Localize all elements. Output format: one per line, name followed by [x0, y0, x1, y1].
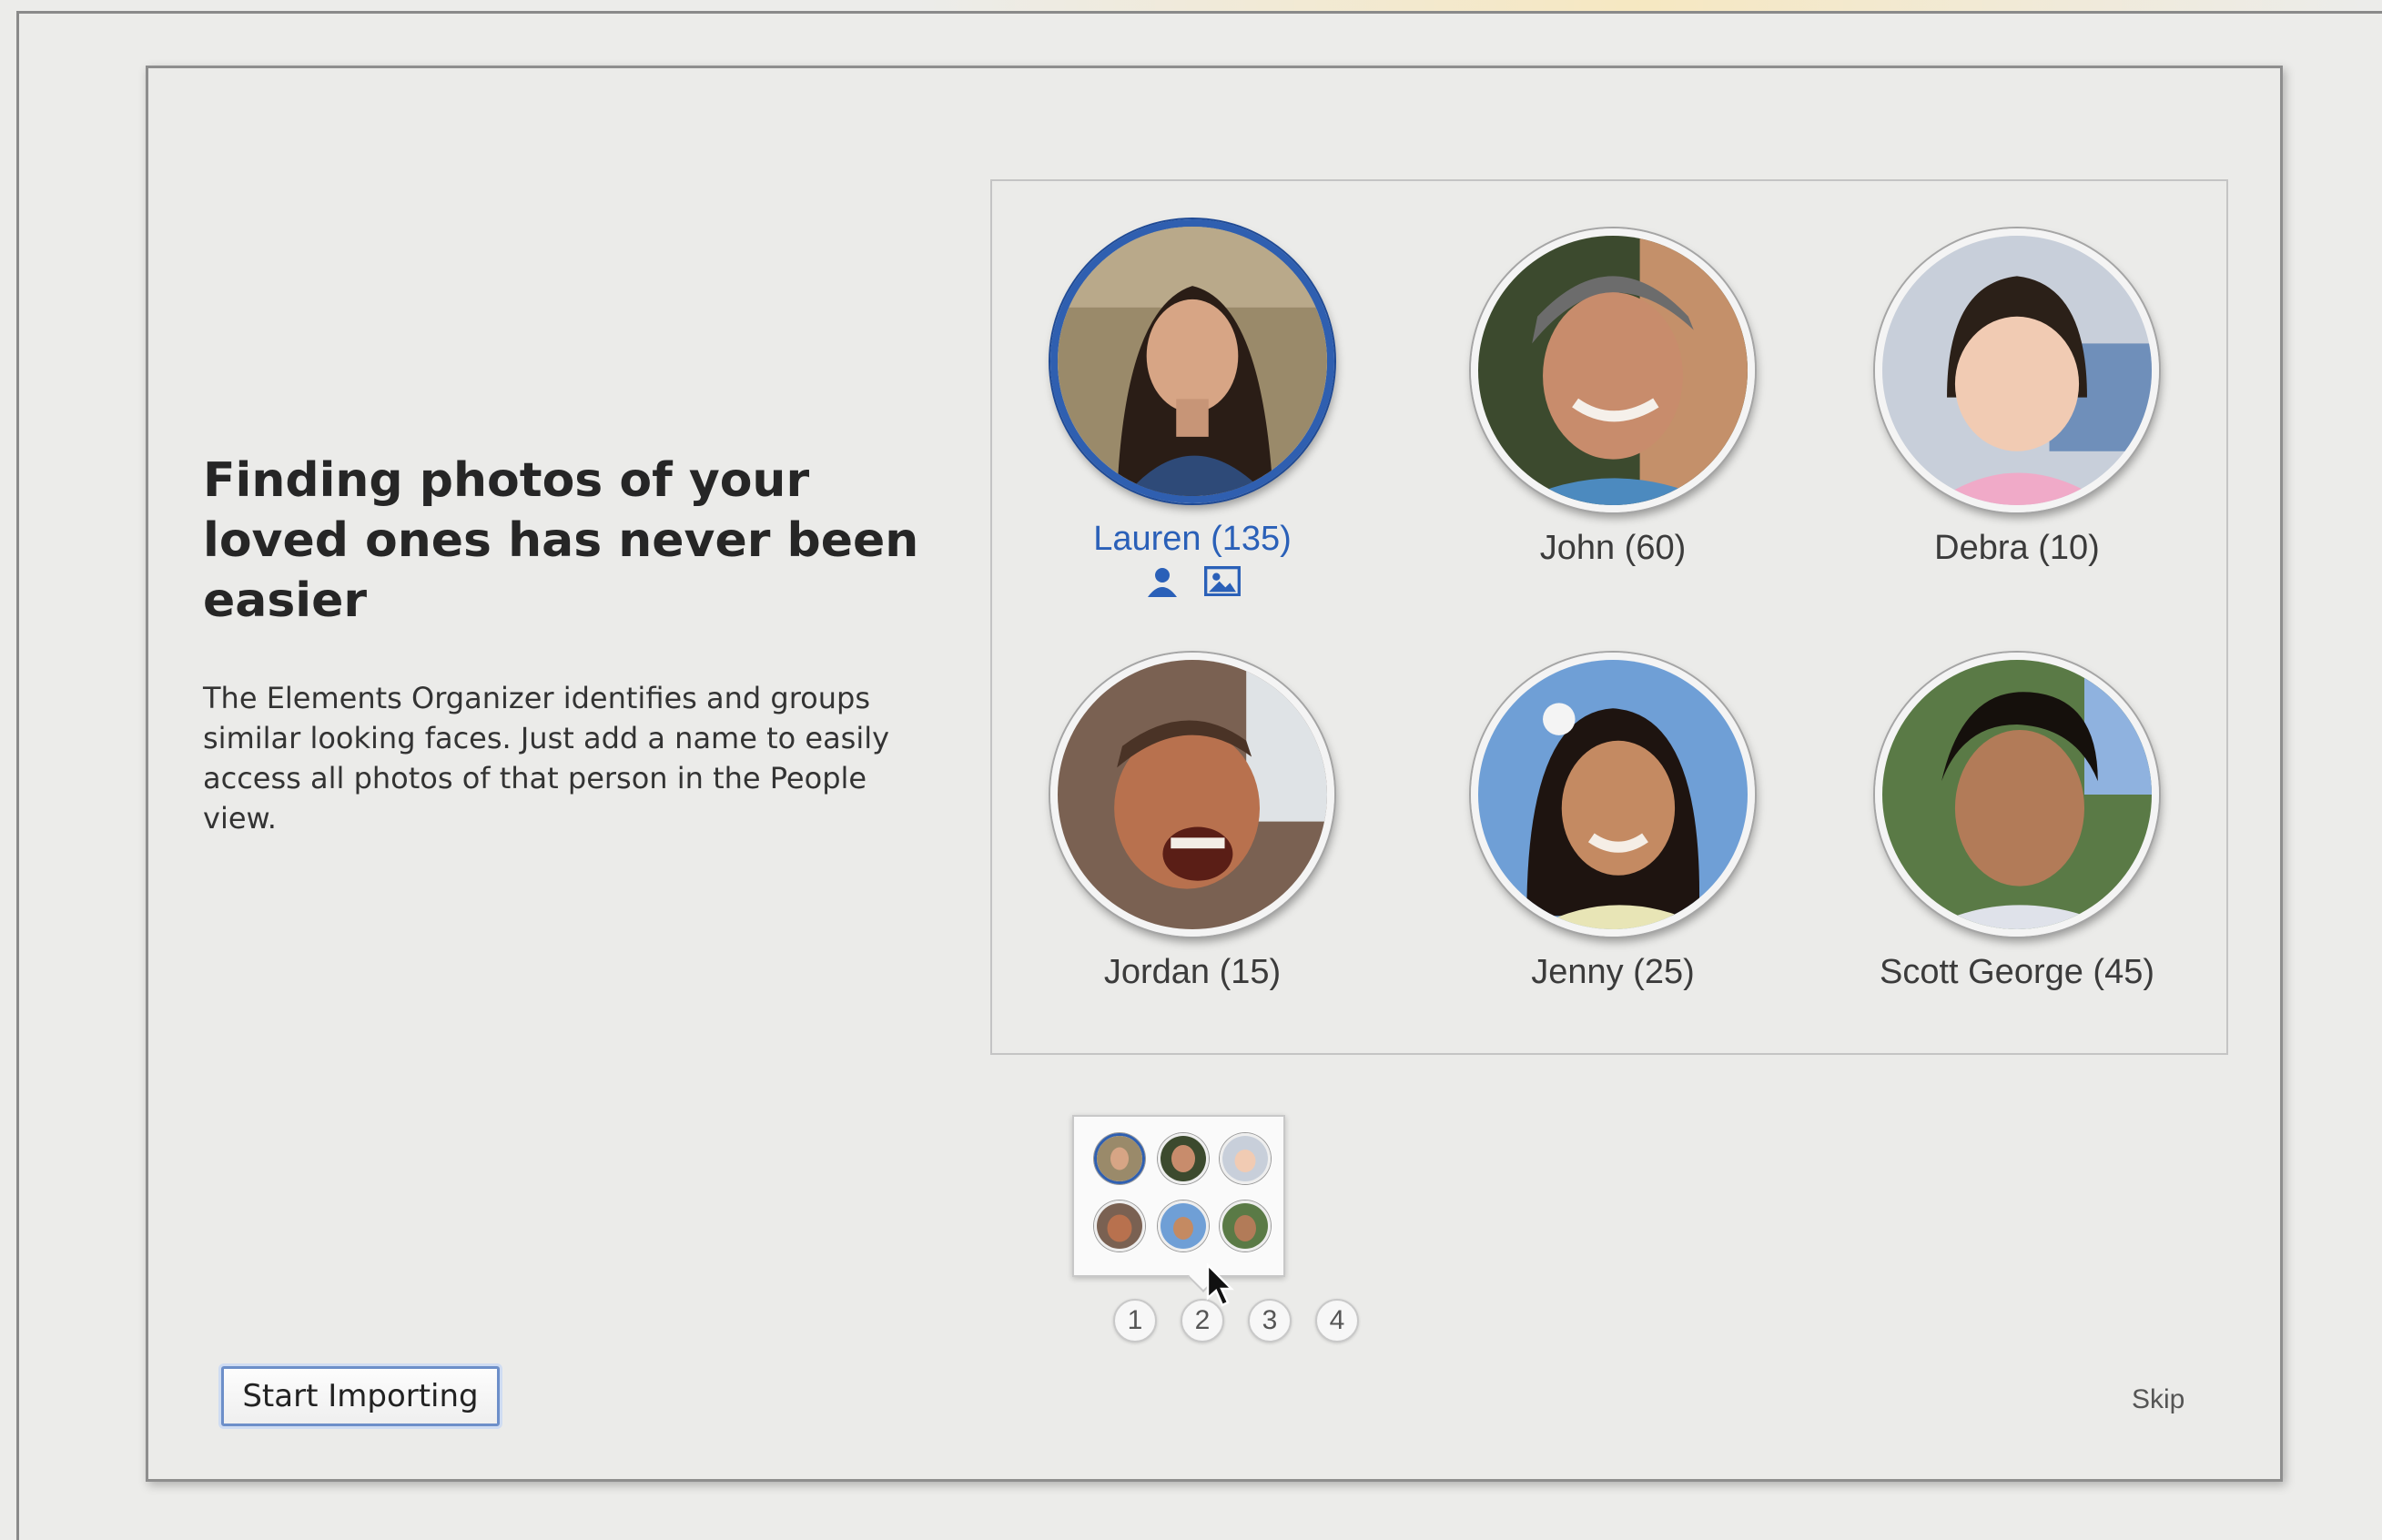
- mini-avatar: [1158, 1201, 1209, 1251]
- page-button-4[interactable]: 4: [1315, 1299, 1359, 1342]
- window-highlight: [910, 0, 2367, 11]
- person-name: Jordan (15): [1103, 953, 1282, 991]
- face-photo: [1058, 660, 1327, 929]
- photo-icon[interactable]: [1204, 566, 1241, 597]
- skip-link[interactable]: Skip: [2132, 1384, 2184, 1415]
- person-name: Scott George (45): [1879, 953, 2155, 991]
- face-photo: [1882, 236, 2152, 505]
- face-photo: [1882, 660, 2152, 929]
- person-icon[interactable]: [1144, 566, 1181, 597]
- person-name: Jenny (25): [1531, 953, 1695, 991]
- person-card-jenny[interactable]: Jenny (25): [1413, 653, 1813, 992]
- face-photo: [1478, 236, 1748, 505]
- person-card-lauren[interactable]: Lauren (135): [992, 219, 1393, 597]
- face-photo: [1478, 660, 1748, 929]
- face-avatar[interactable]: [1875, 228, 2159, 512]
- person-card-jordan[interactable]: Jordan (15): [992, 653, 1393, 992]
- mini-avatar: [1158, 1133, 1209, 1184]
- person-name: Lauren (135): [1093, 520, 1292, 558]
- page-title: Finding photos of your loved ones has ne…: [203, 453, 919, 628]
- people-preview-panel: Lauren (135) John (60) Debra (10) Jordan…: [990, 179, 2228, 1055]
- feature-description: The Elements Organizer identifies and gr…: [203, 681, 890, 836]
- person-name: Debra (10): [1934, 529, 2100, 567]
- page-button-3[interactable]: 3: [1248, 1299, 1292, 1342]
- face-avatar[interactable]: [1050, 219, 1334, 503]
- page-button-1[interactable]: 1: [1113, 1299, 1157, 1342]
- start-importing-button[interactable]: Start Importing: [221, 1366, 500, 1426]
- mouse-cursor-icon: [1206, 1263, 1234, 1307]
- person-card-john[interactable]: John (60): [1413, 228, 1813, 568]
- face-photo: [1058, 227, 1327, 496]
- mini-avatar: [1220, 1201, 1271, 1251]
- person-card-debra[interactable]: Debra (10): [1817, 228, 2217, 568]
- face-avatar[interactable]: [1471, 228, 1755, 512]
- face-avatar[interactable]: [1875, 653, 2159, 937]
- mini-avatar: [1094, 1133, 1145, 1184]
- face-avatar[interactable]: [1471, 653, 1755, 937]
- mini-avatar: [1094, 1201, 1145, 1251]
- person-name: John (60): [1539, 529, 1687, 567]
- person-card-scott-george[interactable]: Scott George (45): [1817, 653, 2217, 992]
- mini-avatar: [1220, 1133, 1271, 1184]
- page-preview-popup: [1072, 1115, 1285, 1292]
- face-avatar[interactable]: [1050, 653, 1334, 937]
